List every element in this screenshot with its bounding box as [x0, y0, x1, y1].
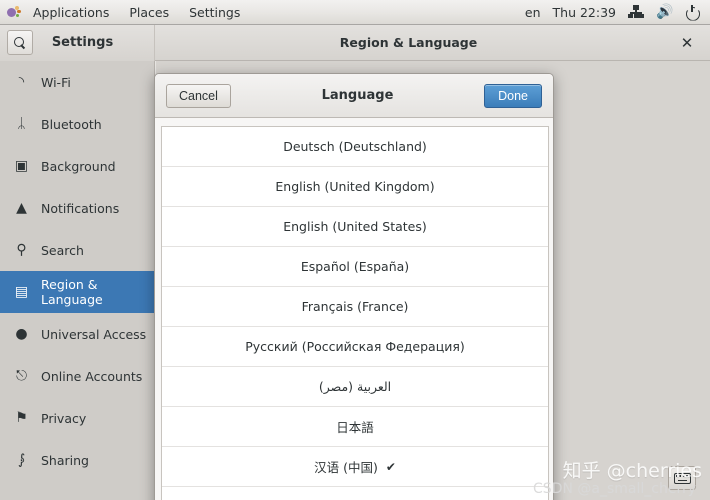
language-label: 汉语 (中国)	[314, 460, 378, 475]
sidebar-item-label: Bluetooth	[41, 116, 102, 132]
gnome-foot-icon[interactable]	[6, 5, 21, 20]
keyboard-shortcuts-button[interactable]	[668, 466, 696, 490]
sidebar-item-label: Privacy	[41, 410, 87, 426]
language-label: Español (España)	[300, 259, 410, 274]
bluetooth-icon: ᛦ	[17, 116, 26, 132]
language-label: English (United States)	[283, 219, 427, 234]
sharing-icon: ⨓	[17, 452, 26, 468]
panel-title: Region & Language	[339, 35, 478, 50]
sidebar-item-bluetooth[interactable]: ᛦ Bluetooth	[0, 103, 154, 145]
wifi-icon: ◝	[18, 74, 25, 90]
language-dialog: Cancel Language Done Deutsch (Deutschlan…	[154, 73, 554, 500]
sidebar-item-label: Background	[41, 158, 116, 174]
language-list-item[interactable]: Русский (Российская Федерация)	[162, 327, 548, 367]
keyboard-icon	[673, 472, 691, 484]
done-button[interactable]: Done	[484, 83, 542, 108]
privacy-icon: ⚑	[15, 410, 28, 426]
search-icon	[14, 36, 26, 49]
language-label: 日本語	[336, 420, 374, 435]
language-list-item[interactable]: 汉语 (中国) ✔	[162, 447, 548, 487]
page-title: Settings	[51, 35, 114, 50]
sidebar-item-online-accounts[interactable]: ⎋ Online Accounts	[0, 355, 154, 397]
screen: Applications Places Settings en Thu 22:3…	[0, 0, 710, 500]
check-icon: ✔	[385, 459, 396, 474]
sidebar-item-label: Region & Language	[41, 277, 103, 307]
language-list-item[interactable]: English (United States)	[162, 207, 548, 247]
sidebar-item-sharing[interactable]: ⨓ Sharing	[0, 439, 154, 481]
sidebar-item-label: Wi-Fi	[41, 74, 71, 90]
dialog-body: Deutsch (Deutschland) English (United Kin…	[155, 119, 553, 500]
sidebar-item-label: Universal Access	[41, 326, 147, 342]
language-list[interactable]: Deutsch (Deutschland) English (United Kin…	[161, 126, 549, 500]
language-label: Русский (Российская Федерация)	[245, 339, 465, 354]
online-accounts-icon: ⎋	[15, 368, 28, 384]
sidebar-item-universal-access[interactable]: ● Universal Access	[0, 313, 154, 355]
menu-places[interactable]: Places	[119, 3, 179, 22]
region-language-icon: ▤	[14, 284, 29, 300]
language-label: العربية (مصر)	[318, 379, 392, 394]
network-icon[interactable]	[628, 5, 644, 19]
background-icon: ▣	[14, 158, 29, 174]
sidebar-item-notifications[interactable]: ▲ Notifications	[0, 187, 154, 229]
language-label: English (United Kingdom)	[275, 179, 435, 194]
top-panel-menus: Applications Places Settings	[0, 3, 250, 22]
sidebar-item-background[interactable]: ▣ Background	[0, 145, 154, 187]
search-icon: ⚲	[16, 242, 27, 258]
sidebar[interactable]: ◝ Wi-Fi ᛦ Bluetooth ▣ Background ▲ Notification…	[0, 61, 155, 500]
language-list-item[interactable]: Français (France)	[162, 287, 548, 327]
window-header: Settings Region & Language ✕	[0, 24, 710, 61]
sidebar-item-label: Search	[41, 242, 84, 258]
language-list-item[interactable]: Deutsch (Deutschland)	[162, 127, 548, 167]
dialog-title: Language	[321, 88, 394, 103]
volume-icon[interactable]: 🔊	[656, 5, 673, 19]
dialog-header: Cancel Language Done	[155, 74, 553, 118]
menu-applications[interactable]: Applications	[23, 3, 119, 22]
menu-settings[interactable]: Settings	[179, 3, 250, 22]
cancel-button[interactable]: Cancel	[166, 83, 231, 108]
header-left: Settings	[0, 24, 155, 61]
clock[interactable]: Thu 22:39	[553, 5, 616, 20]
sidebar-item-label: Sharing	[41, 452, 89, 468]
sidebar-item-label: Online Accounts	[41, 368, 143, 384]
sidebar-item-privacy[interactable]: ⚑ Privacy	[0, 397, 154, 439]
power-icon[interactable]	[685, 4, 700, 20]
language-label: Français (France)	[301, 299, 409, 314]
settings-window: Settings Region & Language ✕ ◝ Wi-Fi ᛦ Blue…	[0, 24, 710, 500]
language-list-item[interactable]: 日本語	[162, 407, 548, 447]
sidebar-item-search[interactable]: ⚲ Search	[0, 229, 154, 271]
universal-access-icon: ●	[15, 326, 28, 342]
language-label: Deutsch (Deutschland)	[283, 139, 427, 154]
sidebar-item-wi-fi[interactable]: ◝ Wi-Fi	[0, 61, 154, 103]
language-list-item[interactable]: العربية (مصر)	[162, 367, 548, 407]
language-list-item[interactable]: Español (España)	[162, 247, 548, 287]
search-button[interactable]	[7, 30, 33, 55]
language-list-more-row[interactable]	[162, 487, 548, 500]
notifications-icon: ▲	[16, 200, 27, 216]
header-right: Region & Language ✕	[155, 25, 710, 61]
top-panel-indicators: en Thu 22:39 🔊	[525, 4, 710, 20]
close-icon[interactable]: ✕	[678, 34, 696, 52]
language-list-item[interactable]: English (United Kingdom)	[162, 167, 548, 207]
sidebar-item-label: Notifications	[41, 200, 120, 216]
keyboard-layout-indicator[interactable]: en	[525, 5, 541, 20]
sidebar-item-region-language[interactable]: ▤ Region & Language	[0, 271, 154, 313]
system-top-panel: Applications Places Settings en Thu 22:3…	[0, 0, 710, 25]
